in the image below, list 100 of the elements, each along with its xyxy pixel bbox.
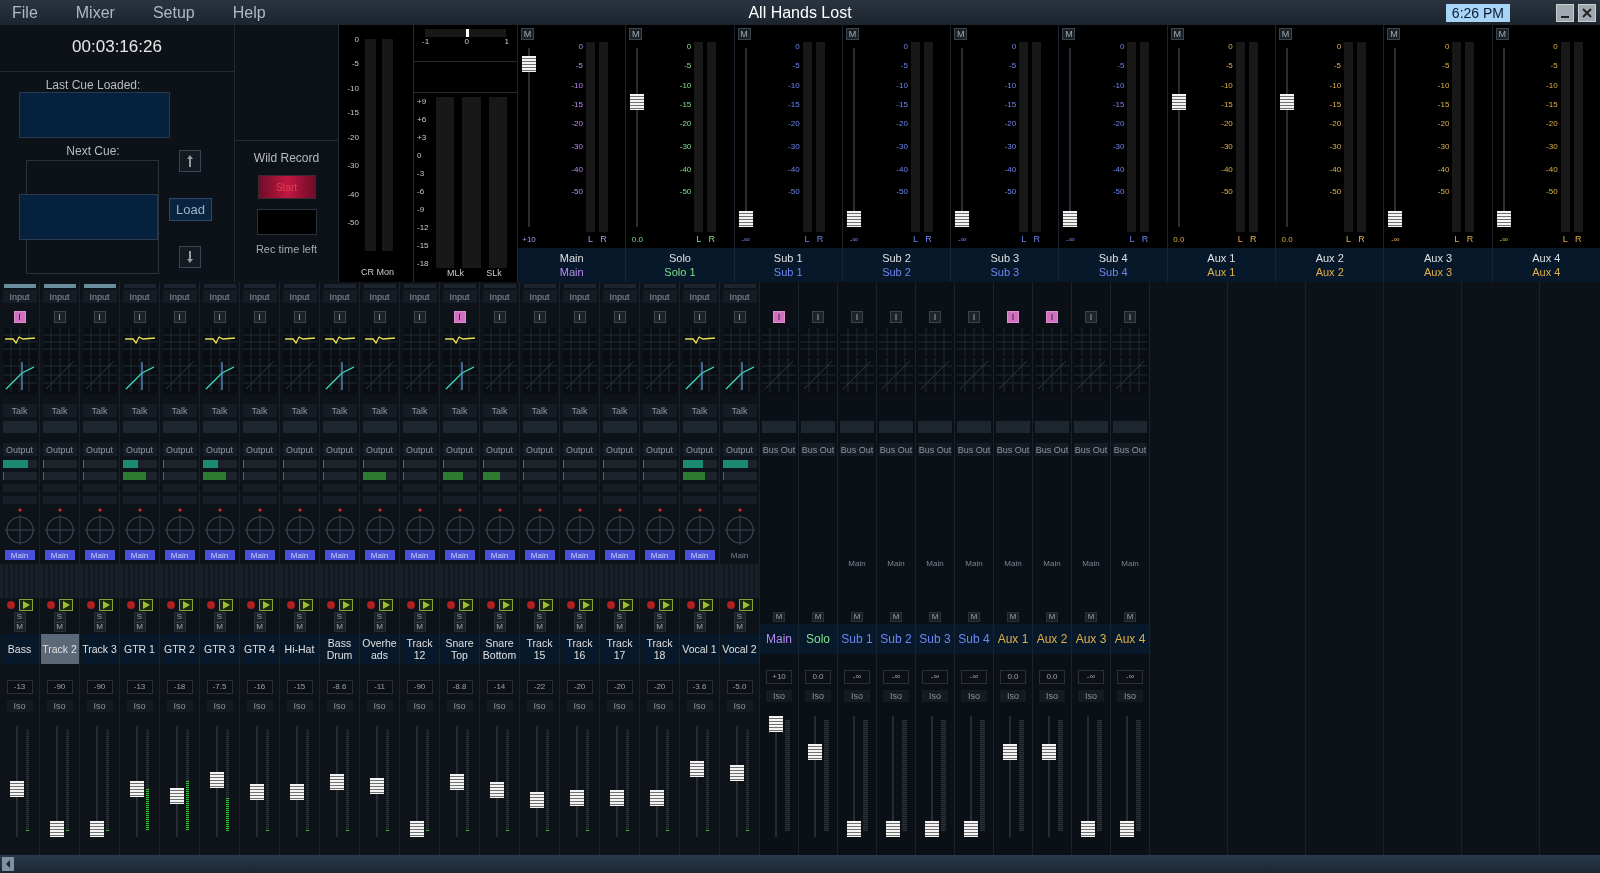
talk-button[interactable]: Talk bbox=[522, 404, 557, 417]
input-button[interactable]: Input bbox=[2, 290, 37, 303]
bus-name[interactable]: Aux 2 bbox=[1033, 624, 1071, 654]
route-button[interactable]: Main bbox=[604, 550, 635, 560]
iso-button[interactable]: Iso bbox=[805, 690, 831, 702]
insert-button[interactable]: I bbox=[693, 311, 706, 323]
input-button[interactable]: Input bbox=[162, 290, 197, 303]
mute-button[interactable]: M bbox=[133, 622, 146, 632]
record-icon[interactable] bbox=[246, 600, 256, 610]
mute-button[interactable]: M bbox=[954, 28, 968, 40]
record-icon[interactable] bbox=[726, 600, 736, 610]
route-button[interactable]: Main bbox=[44, 550, 75, 560]
fader-handle[interactable] bbox=[846, 211, 861, 227]
record-icon[interactable] bbox=[326, 600, 336, 610]
iso-button[interactable]: Iso bbox=[1000, 690, 1026, 702]
mute-button[interactable]: M bbox=[1387, 28, 1401, 40]
bus-out-button[interactable]: Bus Out bbox=[762, 443, 796, 456]
insert-button[interactable]: I bbox=[773, 311, 785, 323]
insert-button[interactable]: I bbox=[453, 311, 466, 323]
iso-button[interactable]: Iso bbox=[766, 690, 792, 702]
talk-button[interactable]: Talk bbox=[482, 404, 517, 417]
output-button[interactable]: Output bbox=[642, 443, 677, 456]
fader-handle[interactable] bbox=[1280, 93, 1295, 110]
down-arrow-button[interactable] bbox=[179, 246, 202, 268]
eq-curve-graph[interactable] bbox=[442, 328, 477, 356]
bus-name[interactable]: Main bbox=[760, 624, 798, 654]
record-icon[interactable] bbox=[86, 600, 96, 610]
route-button[interactable]: Main bbox=[364, 550, 395, 560]
bus-out-button[interactable]: Bus Out bbox=[1035, 443, 1069, 456]
play-icon[interactable] bbox=[499, 599, 513, 611]
play-icon[interactable] bbox=[659, 599, 673, 611]
output-button[interactable]: Output bbox=[122, 443, 157, 456]
send-level-bar[interactable] bbox=[82, 472, 117, 480]
mute-button[interactable]: M bbox=[737, 28, 751, 40]
mute-button[interactable]: M bbox=[693, 622, 706, 632]
input-button[interactable]: Input bbox=[242, 290, 277, 303]
fader-handle[interactable] bbox=[963, 821, 978, 837]
route-button[interactable]: Main bbox=[724, 550, 755, 560]
send-level-bar[interactable] bbox=[82, 460, 117, 468]
eq-curve-graph[interactable] bbox=[122, 328, 157, 356]
channel-name[interactable]: Track 2 bbox=[40, 634, 79, 664]
insert-button[interactable]: I bbox=[533, 311, 546, 323]
mute-button[interactable]: M bbox=[13, 622, 26, 632]
dynamics-graph[interactable] bbox=[722, 356, 757, 394]
iso-button[interactable]: Iso bbox=[246, 700, 273, 712]
fader-handle[interactable] bbox=[570, 789, 584, 806]
eq-curve-graph[interactable] bbox=[682, 328, 717, 356]
insert-button[interactable]: I bbox=[968, 311, 980, 323]
send-level-bar[interactable] bbox=[322, 460, 357, 468]
route-button[interactable]: Main bbox=[684, 550, 715, 560]
fader-handle[interactable] bbox=[10, 781, 24, 798]
insert-button[interactable]: I bbox=[93, 311, 106, 323]
input-button[interactable]: Input bbox=[482, 290, 517, 303]
mute-button[interactable]: M bbox=[1085, 612, 1097, 622]
iso-button[interactable]: Iso bbox=[86, 700, 113, 712]
output-button[interactable]: Output bbox=[322, 443, 357, 456]
fader-handle[interactable] bbox=[290, 783, 304, 800]
play-icon[interactable] bbox=[259, 599, 273, 611]
fader-handle[interactable] bbox=[885, 821, 900, 837]
fader-handle[interactable] bbox=[955, 211, 970, 227]
insert-button[interactable]: I bbox=[653, 311, 666, 323]
channel-name[interactable]: Track 15 bbox=[520, 634, 559, 664]
mute-button[interactable]: M bbox=[773, 612, 785, 622]
send-level-bar[interactable] bbox=[562, 460, 597, 468]
output-button[interactable]: Output bbox=[362, 443, 397, 456]
mute-button[interactable]: M bbox=[333, 622, 346, 632]
talk-button[interactable]: Talk bbox=[722, 404, 757, 417]
channel-name[interactable]: Vocal 2 bbox=[720, 634, 759, 664]
input-button[interactable]: Input bbox=[602, 290, 637, 303]
talk-button[interactable]: Talk bbox=[162, 404, 197, 417]
channel-name[interactable]: Vocal 1 bbox=[680, 634, 719, 664]
insert-button[interactable]: I bbox=[1007, 311, 1019, 323]
fader-handle[interactable] bbox=[768, 716, 783, 732]
insert-button[interactable]: I bbox=[373, 311, 386, 323]
play-icon[interactable] bbox=[579, 599, 593, 611]
channel-name[interactable]: Snare Top bbox=[440, 634, 479, 664]
send-level-bar[interactable] bbox=[482, 472, 517, 480]
route-button[interactable]: Main bbox=[444, 550, 475, 560]
talk-button[interactable]: Talk bbox=[562, 404, 597, 417]
send-level-bar[interactable] bbox=[682, 472, 717, 480]
route-button[interactable]: Main bbox=[524, 550, 555, 560]
iso-button[interactable]: Iso bbox=[206, 700, 233, 712]
record-icon[interactable] bbox=[286, 600, 296, 610]
route-button[interactable]: Main bbox=[644, 550, 675, 560]
fader-handle[interactable] bbox=[250, 783, 264, 800]
mute-button[interactable]: M bbox=[890, 612, 902, 622]
mute-button[interactable]: M bbox=[812, 612, 824, 622]
eq-curve-graph[interactable] bbox=[322, 328, 357, 356]
send-level-bar[interactable] bbox=[122, 472, 157, 480]
dynamics-graph[interactable] bbox=[202, 356, 237, 394]
output-button[interactable]: Output bbox=[482, 443, 517, 456]
fader-handle[interactable] bbox=[1388, 211, 1403, 227]
talk-button[interactable]: Talk bbox=[402, 404, 437, 417]
play-icon[interactable] bbox=[539, 599, 553, 611]
input-button[interactable]: Input bbox=[722, 290, 757, 303]
record-icon[interactable] bbox=[646, 600, 656, 610]
iso-button[interactable]: Iso bbox=[922, 690, 948, 702]
channel-name[interactable]: Bass bbox=[0, 634, 39, 664]
fader-handle[interactable] bbox=[846, 821, 861, 837]
route-button[interactable]: Main bbox=[284, 550, 315, 560]
